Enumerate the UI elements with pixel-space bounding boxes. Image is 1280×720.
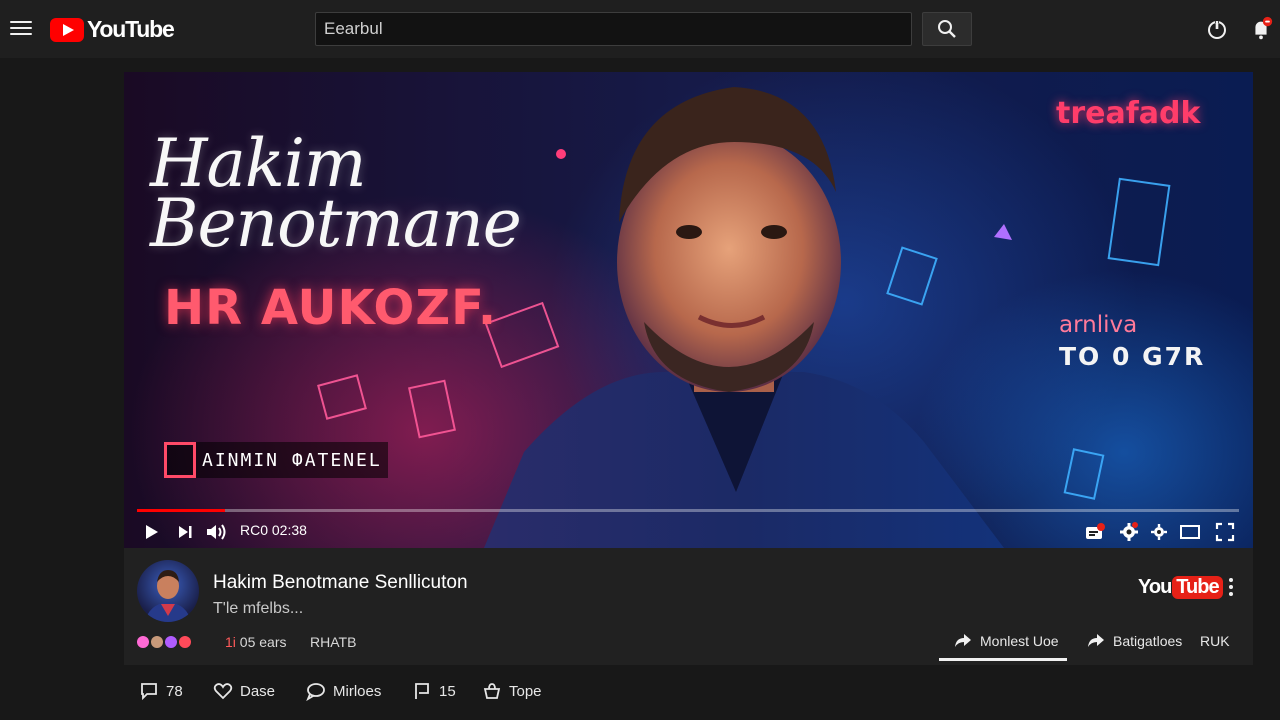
views-highlight: 1i [225, 634, 236, 650]
progress-fill [137, 509, 226, 512]
thumbnail-subtitle: HR AUKOZF. [164, 280, 498, 336]
next-icon[interactable] [172, 519, 198, 545]
logo-text: YouTube [87, 16, 175, 42]
views-text: 05 ears [239, 634, 287, 650]
play-icon[interactable] [138, 519, 164, 545]
badge-you-text: You [1138, 576, 1172, 598]
comments-count: 78 [166, 682, 183, 700]
top-bar: YouTube [0, 0, 1280, 58]
active-tab-indicator [939, 658, 1067, 661]
like-button[interactable]: Dase [213, 680, 275, 702]
reaction-icon [137, 636, 149, 648]
messages-button[interactable]: Mirloes [306, 680, 381, 702]
thumbnail-channel-banner: AINMIN ФATENEL [164, 442, 388, 478]
thumbnail-title-line2: Benotmane [150, 185, 522, 262]
report-button[interactable]: 15 [412, 680, 456, 702]
channel-avatar[interactable] [137, 560, 199, 622]
video-title[interactable]: Hakim Benotmane Senllicuton [213, 572, 468, 594]
reaction-icon [179, 636, 191, 648]
fullscreen-icon[interactable] [1212, 519, 1238, 545]
volume-icon[interactable] [204, 519, 230, 545]
power-icon[interactable] [1204, 16, 1230, 42]
shop-button[interactable]: Tope [482, 680, 542, 702]
thumbnail-side-line2: TO 0 G7R [1059, 342, 1206, 371]
view-stats: 1i 05 ears [225, 634, 287, 650]
video-description[interactable]: T'le mfelbs... [213, 600, 303, 618]
settings-icon[interactable] [1116, 519, 1142, 545]
save-label: Batigatloes [1113, 633, 1183, 649]
share-icon [955, 634, 971, 647]
thumbnail-title: Hakim Benotmane [150, 131, 522, 262]
badge-tube-text: Tube [1172, 576, 1223, 599]
player-controls: RC0 02:38 [124, 516, 1253, 548]
search-button[interactable] [922, 12, 972, 46]
like-label: Dase [240, 682, 276, 700]
chat-icon [306, 683, 325, 701]
reaction-icon [165, 636, 177, 648]
theater-mode-icon[interactable] [1177, 519, 1203, 545]
extra-action-button[interactable]: RUK [1200, 626, 1230, 656]
video-player[interactable]: Hakim Benotmane HR AUKOZF. treafadk arnl… [124, 72, 1253, 548]
bag-icon [483, 683, 501, 699]
shop-label: Tope [509, 682, 542, 700]
heart-icon [213, 683, 233, 700]
extra-action-label: RUK [1200, 633, 1230, 649]
time-display: RC0 02:38 [240, 522, 307, 538]
youtube-logo[interactable]: YouTube [50, 16, 175, 43]
save-button[interactable]: Batigatloes [1087, 626, 1182, 656]
report-count: 15 [439, 682, 456, 700]
menu-icon[interactable] [8, 15, 34, 41]
channel-mark-icon [164, 442, 196, 478]
messages-label: Mirloes [333, 682, 382, 700]
search-input[interactable] [315, 12, 912, 46]
video-code: RHATB [310, 634, 357, 650]
forward-icon [1088, 634, 1104, 647]
comments-button[interactable]: 78 [139, 680, 183, 702]
video-info-card: Hakim Benotmane Senllicuton T'le mfelbs.… [124, 548, 1253, 665]
reaction-icons [137, 636, 191, 648]
thumbnail-brand: treafadk [1056, 96, 1201, 131]
comment-icon [141, 683, 157, 701]
play-logo-icon [50, 17, 84, 42]
thumbnail-side-line1: arnliva [1059, 312, 1138, 338]
subtitles-icon[interactable] [1082, 519, 1108, 545]
progress-bar[interactable] [137, 509, 1239, 512]
share-button[interactable]: Monlest Uoe [954, 626, 1059, 656]
search-icon [938, 20, 956, 38]
thumbnail-channel-text: AINMIN ФATENEL [202, 449, 382, 471]
reaction-icon [151, 636, 163, 648]
more-options-icon[interactable] [1222, 576, 1240, 598]
youtube-badge[interactable]: You Tube [1138, 576, 1223, 599]
quality-icon[interactable] [1146, 519, 1172, 545]
notifications-icon[interactable] [1248, 16, 1274, 42]
flag-icon [415, 683, 429, 699]
share-label: Monlest Uoe [980, 633, 1059, 649]
